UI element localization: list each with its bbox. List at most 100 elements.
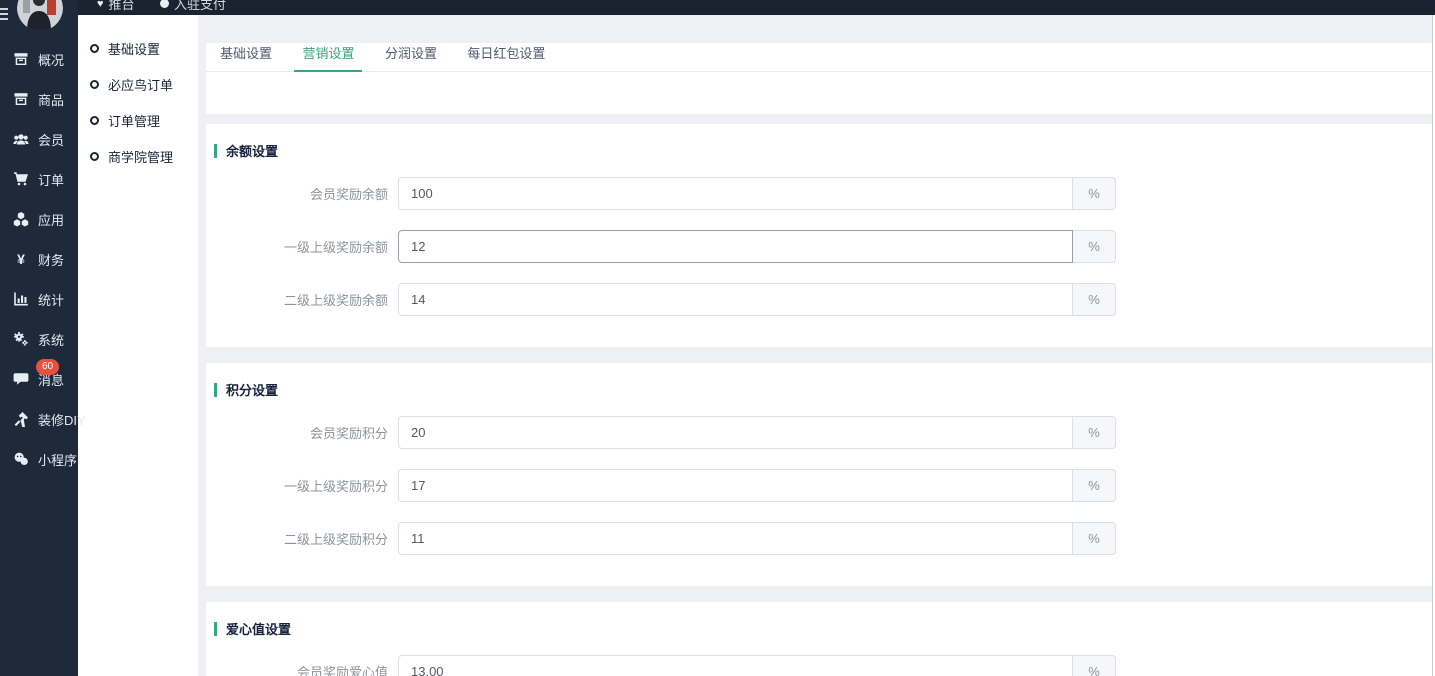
sidebar-item-diy[interactable]: 装修DIY — [0, 399, 78, 439]
sidebar-item-label: 会员 — [38, 130, 64, 149]
submenu-item-label: 必应鸟订单 — [108, 75, 173, 94]
message-count-badge: 60 — [36, 359, 59, 375]
diy-icon — [12, 411, 30, 427]
field-row: 一级上级奖励余额 % — [206, 230, 1432, 263]
input-group: % — [398, 522, 1116, 555]
level2-parent-reward-points-input[interactable] — [398, 522, 1073, 555]
tab-profit-settings[interactable]: 分润设置 — [377, 43, 445, 71]
miniprogram-icon — [12, 451, 30, 467]
members-icon — [12, 131, 30, 147]
input-group: % — [398, 416, 1116, 449]
topbar-item-label: 入驻支付 — [174, 0, 226, 13]
field-row: 二级上级奖励余额 % — [206, 283, 1432, 316]
sidebar-item-members[interactable]: 会员 — [0, 119, 78, 159]
input-group: % — [398, 655, 1116, 676]
field-row: 会员奖励爱心值 % — [206, 655, 1432, 676]
sidebar-item-system[interactable]: 系统 — [0, 319, 78, 359]
percent-addon: % — [1073, 469, 1116, 502]
menu-toggle-icon[interactable] — [0, 5, 8, 23]
topbar: ♥ 推台 入驻支付 — [0, 0, 1435, 15]
field-row: 一级上级奖励积分 % — [206, 469, 1432, 502]
level2-parent-reward-balance-input[interactable] — [398, 283, 1073, 316]
circle-icon — [90, 152, 99, 161]
sidebar-item-label: 订单 — [38, 170, 64, 189]
section-title-text: 余额设置 — [226, 141, 278, 160]
sidebar-item-miniprogram[interactable]: 小程序 — [0, 439, 78, 479]
member-reward-points-input[interactable] — [398, 416, 1073, 449]
input-group: % — [398, 230, 1116, 263]
field-label: 一级上级奖励余额 — [206, 237, 398, 256]
sidebar-item-label: 财务 — [38, 250, 64, 269]
sidebar-item-finance[interactable]: ¥ 财务 — [0, 239, 78, 279]
field-label: 会员奖励爱心值 — [206, 662, 398, 676]
topbar-item-settle-pay[interactable]: 入驻支付 — [160, 0, 226, 13]
submenu-item-label: 商学院管理 — [108, 147, 173, 166]
bubble-icon — [160, 0, 169, 8]
circle-icon — [90, 80, 99, 89]
section-title: 积分设置 — [214, 380, 1432, 399]
love-value-settings-section: 爱心值设置 会员奖励爱心值 % % — [206, 602, 1432, 676]
topbar-item-platform[interactable]: ♥ 推台 — [97, 0, 135, 13]
field-label: 会员奖励余额 — [206, 184, 398, 203]
stats-icon — [12, 291, 30, 307]
tab-marketing-settings[interactable]: 营销设置 — [294, 43, 362, 71]
submenu-item-academy-management[interactable]: 商学院管理 — [78, 138, 198, 174]
sidebar-item-stats[interactable]: 统计 — [0, 279, 78, 319]
topbar-item-label: 推台 — [109, 0, 135, 13]
submenu-item-bird-orders[interactable]: 必应鸟订单 — [78, 66, 198, 102]
field-row: 二级上级奖励积分 % — [206, 522, 1432, 555]
field-row: 会员奖励余额 % — [206, 177, 1432, 210]
sidebar-item-label: 应用 — [38, 210, 64, 229]
sidebar-nav: 概况 商品 会员 订单 应用 ¥ 财务 — [0, 39, 78, 479]
sidebar-item-apps[interactable]: 应用 — [0, 199, 78, 239]
system-icon — [12, 331, 30, 347]
settings-tabs: 基础设置 营销设置 分润设置 每日红包设置 — [206, 43, 1432, 72]
field-row: 会员奖励积分 % — [206, 416, 1432, 449]
balance-settings-section: 余额设置 会员奖励余额 % 一级上级奖励余额 % 二级上级奖励余额 % — [206, 124, 1432, 347]
input-group: % — [398, 283, 1116, 316]
level1-parent-reward-balance-input[interactable] — [398, 230, 1073, 263]
submenu-item-label: 基础设置 — [108, 39, 160, 58]
section-marker-bar — [214, 383, 217, 397]
submenu-item-order-management[interactable]: 订单管理 — [78, 102, 198, 138]
overview-icon — [12, 51, 30, 67]
circle-icon — [90, 116, 99, 125]
percent-addon: % — [1073, 230, 1116, 263]
section-marker-bar — [214, 144, 217, 158]
sidebar-item-label: 小程序 — [38, 450, 77, 469]
sidebar-item-messages[interactable]: 消息 60 — [0, 359, 78, 399]
sidebar-item-label: 系统 — [38, 330, 64, 349]
sidebar-item-overview[interactable]: 概况 — [0, 39, 78, 79]
field-label: 一级上级奖励积分 — [206, 476, 398, 495]
sidebar-item-label: 装修DIY — [38, 410, 86, 429]
field-label: 二级上级奖励积分 — [206, 529, 398, 548]
member-reward-love-value-input[interactable] — [398, 655, 1073, 676]
section-title-text: 积分设置 — [226, 380, 278, 399]
tab-basic-settings[interactable]: 基础设置 — [212, 43, 280, 71]
section-title: 余额设置 — [214, 141, 1432, 160]
sidebar-item-label: 概况 — [38, 50, 64, 69]
section-marker-bar — [214, 622, 217, 636]
field-label: 二级上级奖励余额 — [206, 290, 398, 309]
percent-addon: % — [1073, 522, 1116, 555]
section-title: 爱心值设置 — [214, 619, 1432, 638]
sidebar-item-orders[interactable]: 订单 — [0, 159, 78, 199]
sidebar-item-label: 统计 — [38, 290, 64, 309]
sidebar-item-label: 商品 — [38, 90, 64, 109]
points-settings-section: 积分设置 会员奖励积分 % 一级上级奖励积分 % 二级上级奖励积分 % — [206, 363, 1432, 586]
main-content: 基础设置 营销设置 分润设置 每日红包设置 余额设置 会员奖励余额 % 一级上级… — [198, 15, 1433, 676]
member-reward-balance-input[interactable] — [398, 177, 1073, 210]
avatar[interactable] — [17, 0, 63, 31]
tab-daily-redpacket-settings[interactable]: 每日红包设置 — [459, 43, 553, 71]
submenu-item-basic-settings[interactable]: 基础设置 — [78, 30, 198, 66]
level1-parent-reward-points-input[interactable] — [398, 469, 1073, 502]
input-group: % — [398, 177, 1116, 210]
finance-icon: ¥ — [12, 251, 30, 267]
heart-icon: ♥ — [97, 0, 104, 10]
field-label: 会员奖励积分 — [206, 423, 398, 442]
message-icon — [12, 371, 30, 387]
percent-addon: % — [1073, 283, 1116, 316]
submenu-item-label: 订单管理 — [108, 111, 160, 130]
orders-icon — [12, 171, 30, 187]
sidebar-item-goods[interactable]: 商品 — [0, 79, 78, 119]
